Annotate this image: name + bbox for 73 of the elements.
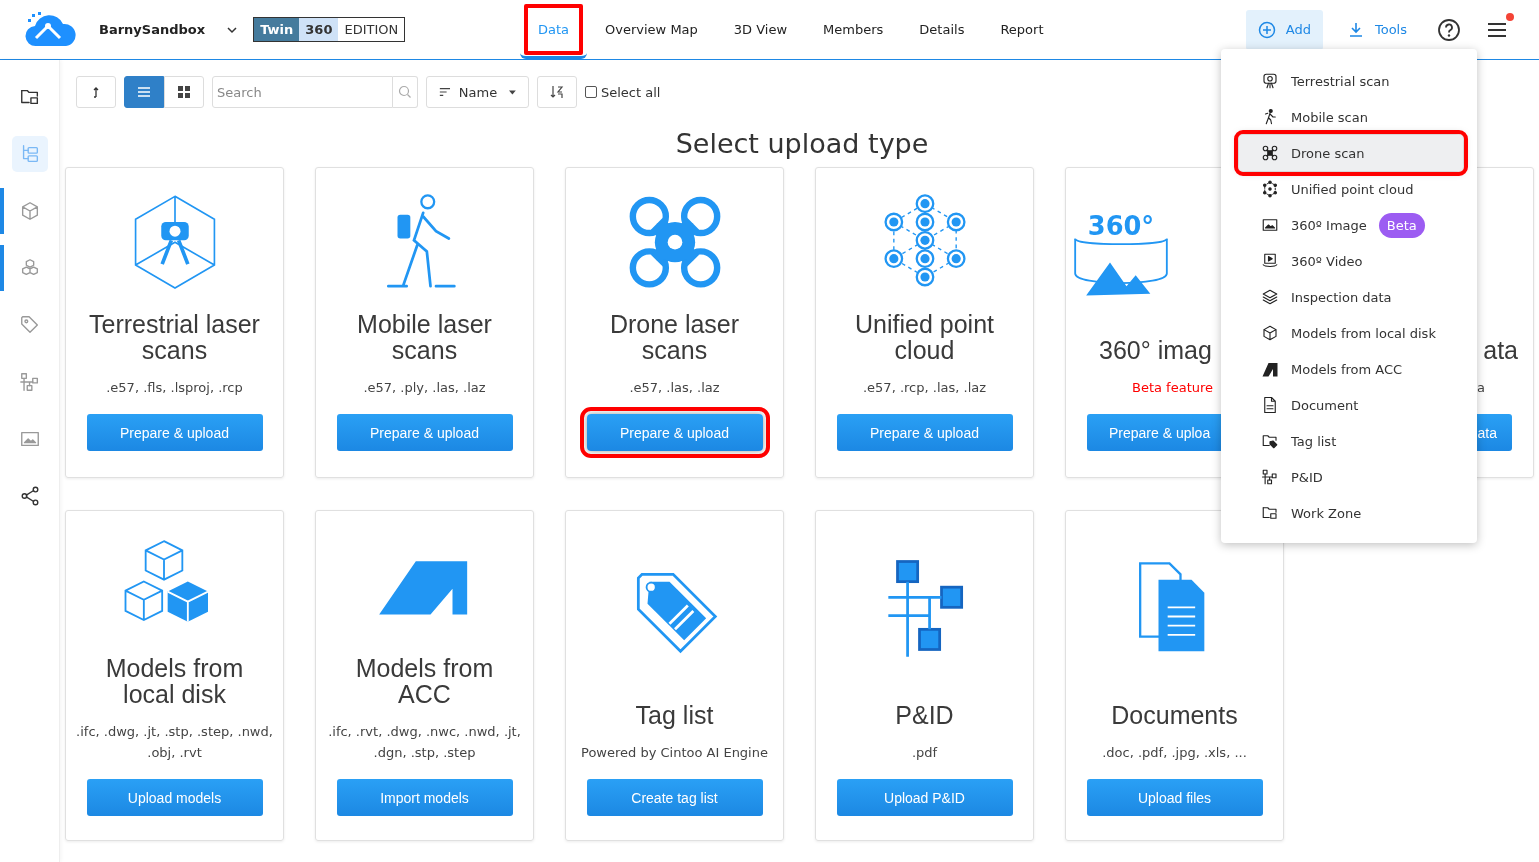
document-icon xyxy=(1261,396,1279,414)
workspace-name[interactable]: BarnySandbox xyxy=(99,22,206,37)
card-title: P&ID xyxy=(895,702,954,728)
file-types: .e57, .fls, .lsproj, .rcp xyxy=(106,379,243,397)
menu-item[interactable]: Terrestrial scan xyxy=(1221,63,1465,99)
layers-icon xyxy=(1261,288,1279,306)
file-types: .pdf xyxy=(911,744,938,762)
menu-item[interactable]: Work Zone xyxy=(1221,495,1465,531)
tools-button[interactable]: Tools xyxy=(1334,9,1419,50)
card-title: Documents xyxy=(1111,702,1238,728)
nav-tab[interactable]: Details xyxy=(901,0,983,59)
list-icon xyxy=(136,84,152,100)
sort-lines-icon xyxy=(439,86,451,98)
search-field[interactable]: Search xyxy=(212,76,393,108)
menu-item[interactable]: Unified point cloud xyxy=(1221,171,1465,207)
sort-dropdown[interactable]: Name xyxy=(426,76,529,108)
ramp-icon xyxy=(1261,360,1279,378)
search-icon xyxy=(398,85,412,99)
menu-item[interactable]: Mobile scan xyxy=(1221,99,1465,135)
file-types: .e57, .las, .laz xyxy=(629,379,720,397)
card-title: 360° imag xyxy=(1099,337,1212,363)
menu-item[interactable]: 360º Video xyxy=(1221,243,1465,279)
file-types: .ifc, .rvt, .dwg, .nwc, .nwd, .jt, .dgn, .stp, .step xyxy=(327,723,522,762)
edition-label: 360 xyxy=(299,18,339,41)
nav-tab[interactable]: 3D View xyxy=(715,0,806,59)
point-cloud-icon xyxy=(1261,180,1279,198)
select-all-label[interactable]: Select all xyxy=(601,84,661,100)
folder-icon xyxy=(1261,504,1279,522)
drone-icon xyxy=(1261,144,1279,162)
search-button[interactable] xyxy=(393,76,418,108)
file-types: .e57, .ply, .las, .laz xyxy=(363,379,486,397)
plus-circle-icon xyxy=(1257,20,1276,39)
tagged-folder-icon xyxy=(1261,432,1279,450)
menu-item[interactable]: Inspection data xyxy=(1221,279,1465,315)
card-title: Models from local disk xyxy=(104,655,245,707)
cube-icon xyxy=(1261,324,1279,342)
edition-label: Twin xyxy=(254,18,300,41)
warning-note: Beta feature xyxy=(1132,379,1214,397)
menu-item[interactable]: Models from ACC xyxy=(1221,351,1465,387)
card-title: ata xyxy=(1483,337,1518,363)
scanner-icon xyxy=(1261,72,1279,90)
file-types: a xyxy=(1477,379,1485,397)
card-title: Tag list xyxy=(635,702,714,728)
beta-badge: Beta xyxy=(1378,212,1425,238)
card-title: Mobile laser scans xyxy=(356,311,493,363)
image-icon xyxy=(1261,216,1279,234)
select-all-checkbox[interactable] xyxy=(585,86,597,98)
sort-order-button[interactable] xyxy=(537,76,577,108)
nav-tab[interactable]: Members xyxy=(805,0,902,59)
sort-order-icon xyxy=(549,84,565,100)
cloud-logo xyxy=(24,11,76,48)
diagram-icon xyxy=(1261,468,1279,486)
page-title: Select upload type xyxy=(675,128,929,159)
menu-item[interactable]: P&ID xyxy=(1221,459,1465,495)
nav-tab[interactable]: Report xyxy=(982,0,1062,59)
card-title: Unified point cloud xyxy=(854,311,995,363)
file-types: .e57, .rcp, .las, .laz xyxy=(862,379,987,397)
video-icon xyxy=(1261,252,1279,270)
card-title: Drone laser scans xyxy=(608,311,741,363)
file-types: Powered by Cintoo AI Engine xyxy=(581,744,768,762)
grid-icon xyxy=(176,84,192,100)
file-types: .doc, .pdf, .jpg, .xls, ... xyxy=(1102,744,1247,762)
card-title: Models from ACC xyxy=(354,655,495,707)
file-types: .ifc, .dwg, .jt, .stp, .step, .nwd, .obj, .rvt xyxy=(75,723,274,762)
menu-item[interactable]: 360º Image Beta xyxy=(1221,207,1465,243)
nav-tab[interactable]: Overview Map xyxy=(587,0,716,59)
menu-item[interactable]: Models from local disk xyxy=(1221,315,1465,351)
grid-view-button[interactable] xyxy=(164,76,204,108)
edition-label: EDITION xyxy=(343,21,400,39)
upload-button[interactable] xyxy=(76,76,116,108)
caret-icon xyxy=(509,89,516,95)
folder-tree-icon[interactable] xyxy=(11,136,48,172)
card-title: Terrestrial laser scans xyxy=(88,311,261,363)
